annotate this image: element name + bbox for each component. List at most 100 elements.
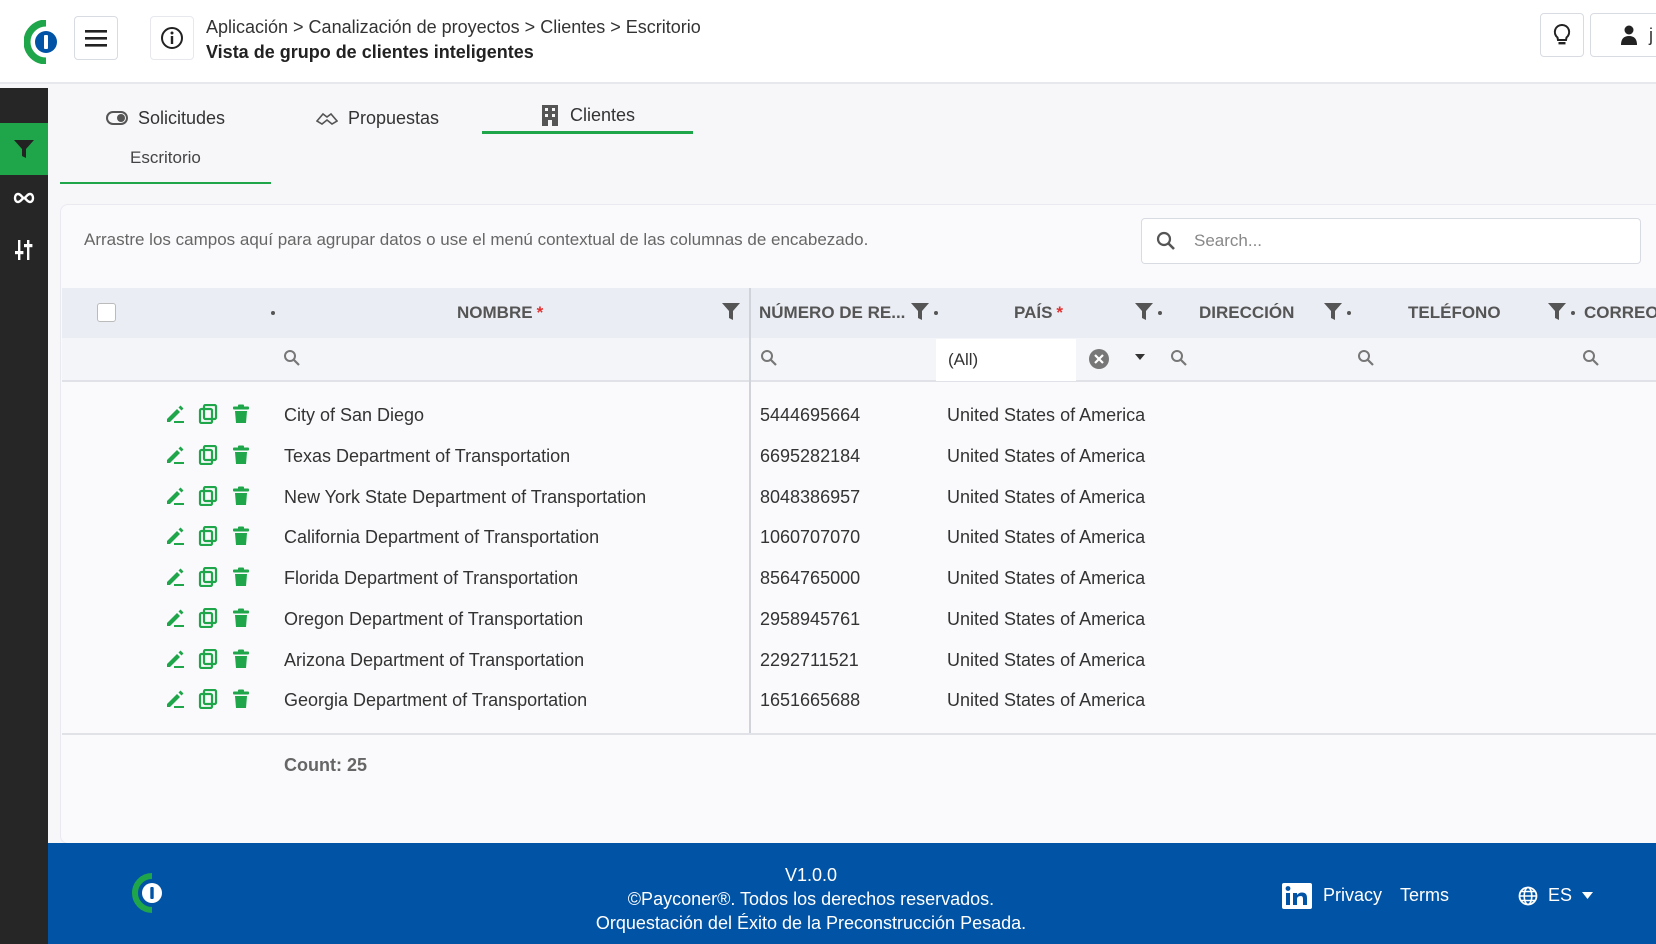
filter-icon[interactable]	[1324, 302, 1342, 322]
linkedin-icon[interactable]	[1282, 883, 1312, 909]
column-header-direccion[interactable]: DIRECCIÓN	[1199, 288, 1294, 338]
edit-icon[interactable]	[165, 526, 185, 546]
edit-icon[interactable]	[165, 567, 185, 587]
edit-icon[interactable]	[165, 608, 185, 628]
sliders-icon	[15, 240, 33, 260]
edit-icon[interactable]	[165, 486, 185, 506]
tab-label: Propuestas	[348, 107, 440, 128]
grid-search[interactable]	[1141, 218, 1641, 264]
cell-pais: United States of America	[947, 527, 1146, 547]
copy-icon[interactable]	[198, 445, 218, 465]
row-actions	[165, 404, 251, 424]
copy-icon[interactable]	[198, 649, 218, 669]
filter-icon[interactable]	[911, 302, 929, 322]
clear-icon[interactable]	[1088, 348, 1110, 370]
select-all-checkbox[interactable]	[97, 303, 116, 322]
row-actions	[165, 649, 251, 669]
country-filter-select[interactable]: (All)	[936, 339, 1076, 381]
cell-numero: 1651665688	[760, 690, 861, 710]
cell-pais: United States of America	[947, 446, 1146, 466]
table-row[interactable]: California Department of Transportation 1…	[62, 516, 1656, 558]
delete-icon[interactable]	[231, 445, 251, 465]
cell-nombre: Arizona Department of Transportation	[284, 650, 585, 670]
column-header-nombre[interactable]: NOMBRE *	[457, 288, 543, 338]
chevron-down-icon[interactable]	[1134, 353, 1146, 361]
info-button[interactable]	[150, 16, 194, 60]
filter-icon[interactable]	[1548, 302, 1566, 322]
row-count: Count: 25	[284, 755, 367, 775]
payconer-logo[interactable]	[24, 20, 62, 64]
copy-icon[interactable]	[198, 608, 218, 628]
table-row[interactable]: Oregon Department of Transportation 29589…	[62, 598, 1656, 640]
filter-icon[interactable]	[1135, 302, 1153, 322]
copy-icon[interactable]	[198, 486, 218, 506]
edit-icon[interactable]	[165, 404, 185, 424]
table-row[interactable]: City of San Diego 5444695664 United States…	[62, 394, 1656, 436]
cell-numero: 8564765000	[760, 568, 861, 588]
breadcrumb[interactable]: Aplicación > Canalización de proyectos >…	[206, 17, 701, 38]
column-header-telefono[interactable]: TELÉFONO	[1408, 288, 1501, 338]
column-menu-dot[interactable]	[1347, 311, 1351, 315]
filter-icon[interactable]	[722, 302, 740, 322]
search-icon[interactable]	[283, 349, 301, 367]
column-menu-dot[interactable]	[1571, 311, 1575, 315]
column-menu-dot[interactable]	[934, 311, 938, 315]
tab-propuestas[interactable]: Propuestas	[316, 95, 439, 141]
copy-icon[interactable]	[198, 404, 218, 424]
group-panel-hint[interactable]: Arrastre los campos aquí para agrupar da…	[84, 230, 868, 250]
active-tab-indicator	[482, 131, 693, 134]
tab-solicitudes[interactable]: Solicitudes	[106, 95, 225, 141]
copy-icon[interactable]	[198, 526, 218, 546]
search-input[interactable]	[1194, 231, 1614, 251]
left-rail	[0, 88, 48, 944]
row-actions	[165, 567, 251, 587]
copyright-text: ©Payconer®. Todos los derechos reservado…	[627, 889, 995, 909]
cell-nombre: Oregon Department of Transportation	[284, 609, 584, 629]
lightbulb-icon	[1553, 23, 1571, 45]
privacy-link[interactable]: Privacy	[1323, 885, 1382, 906]
language-selector[interactable]: ES	[1518, 885, 1594, 906]
tab-label: Clientes	[570, 104, 636, 125]
delete-icon[interactable]	[231, 567, 251, 587]
delete-icon[interactable]	[231, 689, 251, 709]
edit-icon[interactable]	[165, 649, 185, 669]
page-title: Vista de grupo de clientes inteligentes	[206, 42, 534, 62]
edit-icon[interactable]	[165, 445, 185, 465]
column-header-numero[interactable]: NÚMERO DE RE...	[759, 288, 905, 338]
subtab-escritorio[interactable]: Escritorio	[130, 148, 201, 168]
copy-icon[interactable]	[198, 567, 218, 587]
search-icon	[1156, 231, 1175, 250]
cell-numero: 5444695664	[760, 405, 861, 425]
language-label: ES	[1548, 885, 1573, 905]
table-row[interactable]: Georgia Department of Transportation 1651…	[62, 679, 1656, 721]
search-icon[interactable]	[1357, 349, 1375, 367]
terms-link[interactable]: Terms	[1400, 885, 1449, 906]
delete-icon[interactable]	[231, 404, 251, 424]
table-row[interactable]: Texas Department of Transportation 669528…	[62, 435, 1656, 477]
table-row[interactable]: New York State Department of Transportat…	[62, 476, 1656, 518]
column-header-pais[interactable]: PAÍS *	[1014, 288, 1063, 338]
table-row[interactable]: Arizona Department of Transportation 2292…	[62, 639, 1656, 681]
user-menu-button[interactable]: j	[1590, 13, 1656, 57]
delete-icon[interactable]	[231, 608, 251, 628]
column-header-correo[interactable]: CORREO	[1584, 288, 1656, 338]
delete-icon[interactable]	[231, 649, 251, 669]
table-row[interactable]: Florida Department of Transportation 8564…	[62, 557, 1656, 599]
cell-nombre: New York State Department of Transportat…	[284, 487, 647, 507]
column-menu-dot[interactable]	[271, 311, 275, 315]
search-icon[interactable]	[760, 349, 778, 367]
column-menu-dot[interactable]	[1158, 311, 1162, 315]
rail-settings-item[interactable]	[0, 224, 48, 276]
menu-button[interactable]	[74, 16, 118, 60]
rail-filter-item[interactable]	[0, 123, 48, 175]
delete-icon[interactable]	[231, 486, 251, 506]
search-icon[interactable]	[1582, 349, 1600, 367]
edit-icon[interactable]	[165, 689, 185, 709]
search-icon[interactable]	[1170, 349, 1188, 367]
delete-icon[interactable]	[231, 526, 251, 546]
hamburger-icon	[85, 30, 107, 47]
rail-infinity-item[interactable]	[0, 172, 48, 224]
copy-icon[interactable]	[198, 689, 218, 709]
tips-button[interactable]	[1540, 13, 1584, 57]
tab-label: Solicitudes	[138, 107, 226, 128]
